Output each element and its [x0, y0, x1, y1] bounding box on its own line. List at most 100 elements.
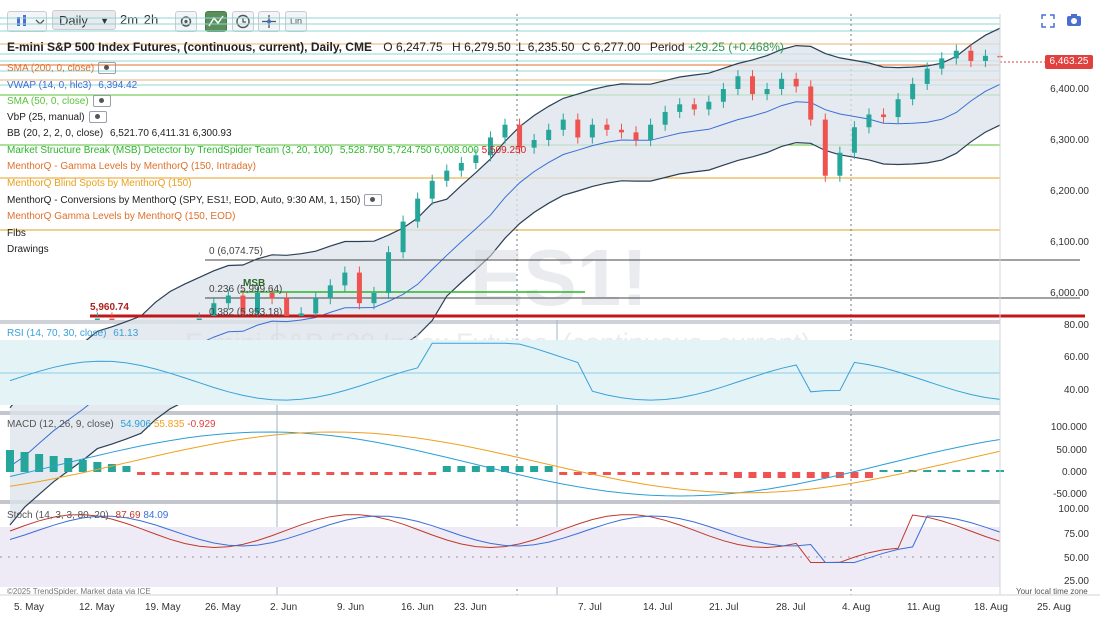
candle-body [895, 99, 901, 118]
date-tick: 23. Jun [454, 602, 487, 613]
legend-gamma-intraday-label: MenthorQ - Gamma Levels by MenthorQ (150… [7, 161, 256, 172]
date-tick: 21. Jul [709, 602, 739, 613]
legend-fibs[interactable]: Fibs [7, 227, 26, 240]
legend-vwap-label: VWAP (14, 0, hlc3) [7, 80, 92, 91]
date-tick: 16. Jun [401, 602, 434, 613]
macd-histogram-bar [617, 472, 626, 475]
candle-body [720, 89, 726, 102]
macd-histogram-bar [471, 466, 480, 472]
candle-body [604, 124, 610, 130]
candle-body [225, 295, 231, 304]
legend-vbp[interactable]: VbP (25, manual) [7, 111, 107, 124]
price-axis-tick: 6,300.00 [1050, 135, 1089, 146]
last-price-tag: 6,463.25 [1045, 55, 1093, 69]
legend-drawings-label: Drawings [7, 244, 49, 255]
candle-body [400, 221, 406, 253]
legend-bb-value: 6,521.70 6,411.31 6,300.93 [109, 128, 232, 139]
eye-icon[interactable] [88, 111, 107, 124]
candle-body [109, 318, 115, 320]
candle-body [633, 132, 639, 140]
legend-gamma-eod-label: MenthorQ Gamma Levels by MenthorQ (150, … [7, 211, 236, 222]
date-tick: 12. May [79, 602, 115, 613]
eye-icon[interactable] [364, 194, 383, 207]
macd-histogram-bar [282, 472, 291, 475]
macd-histogram-bar [399, 472, 408, 475]
stoch-axis-tick: 100.00 [1058, 504, 1089, 515]
eye-icon[interactable] [92, 95, 111, 108]
legend-drawings[interactable]: Drawings [7, 243, 49, 256]
rsi-axis-tick: 80.00 [1063, 320, 1089, 331]
macd-histogram-bar [981, 470, 990, 472]
legend-conversions[interactable]: MenthorQ - Conversions by MenthorQ (SPY,… [7, 194, 383, 207]
macd-histogram-bar [733, 472, 742, 478]
macd-histogram-bar [238, 472, 247, 475]
candle-body [837, 152, 843, 176]
eye-icon[interactable] [98, 62, 117, 75]
macd-histogram-bar [311, 472, 320, 475]
low-label: L [518, 40, 525, 54]
macd-histogram-bar [646, 472, 655, 475]
stoch-axis-tick: 50.00 [1063, 553, 1089, 564]
macd-histogram-bar [792, 472, 801, 478]
macd-histogram-bar [195, 472, 204, 475]
macd-histogram-bar [209, 472, 218, 475]
macd-histogram-bar [326, 472, 335, 475]
macd-histogram-bar [632, 472, 641, 475]
close-label: C [581, 40, 591, 54]
legend-sma50-label: SMA (50, 0, close) [7, 96, 89, 107]
legend-gamma-eod[interactable]: MenthorQ Gamma Levels by MenthorQ (150, … [7, 210, 235, 223]
macd-histogram-bar [224, 472, 233, 475]
legend-msb-value: 5,528.750 5,724.750 6,008.000 [339, 145, 479, 156]
macd-axis-tick: 50.000 [1056, 445, 1087, 456]
legend-blind-spots[interactable]: MenthorQ Blind Spots by MenthorQ (150) [7, 177, 192, 190]
candle-body [284, 298, 290, 316]
candle-body [648, 124, 654, 140]
low-value: 6,235.50 [527, 40, 575, 54]
macd-histogram-bar [704, 472, 713, 475]
date-tick: 9. Jun [337, 602, 365, 613]
stoch-legend[interactable]: Stoch (14, 3, 3, 80, 20) 87.69 84.09 [7, 509, 168, 522]
stoch-k-value: 87.69 [115, 510, 141, 521]
candle-body [575, 119, 581, 138]
date-tick: 5. May [14, 602, 45, 613]
macd-histogram-bar [428, 472, 437, 475]
stoch-label: Stoch (14, 3, 3, 80, 20) [7, 510, 109, 521]
macd-histogram-bar [268, 472, 277, 475]
macd-histogram-bar [719, 472, 728, 475]
candle-body [793, 78, 799, 87]
candle-body [444, 170, 450, 181]
macd-histogram-bar [20, 452, 29, 472]
chart-canvas[interactable]: ES1! E-mini S&P 500 Index Futures, (conti… [0, 0, 1100, 621]
legend-sma200-label: SMA (200, 0, close) [7, 63, 95, 74]
legend-gamma-intraday[interactable]: MenthorQ - Gamma Levels by MenthorQ (150… [7, 160, 256, 173]
candle-body [924, 68, 930, 84]
macd-signal-line [9, 431, 1001, 494]
legend-msb[interactable]: Market Structure Break (MSB) Detector by… [7, 144, 526, 157]
macd-histogram-bar [690, 472, 699, 475]
candle-body [196, 318, 202, 320]
macd-histogram-bar [253, 472, 262, 475]
legend-sma50[interactable]: SMA (50, 0, close) [7, 95, 111, 108]
candle-body [415, 198, 421, 222]
macd-histogram-bar [879, 470, 888, 472]
rsi-axis-tick: 60.00 [1063, 352, 1089, 363]
legend-sma200[interactable]: SMA (200, 0, close) [7, 62, 117, 75]
rsi-legend[interactable]: RSI (14, 70, 30, close) 61.13 [7, 327, 138, 340]
candle-body [94, 318, 100, 320]
watermark-text: ES1! [470, 233, 648, 322]
macd-histogram-bar [937, 470, 946, 472]
candle-body [313, 298, 319, 314]
macd-legend[interactable]: MACD (12, 26, 9, close) 54.906 55.835 -0… [7, 418, 216, 431]
candle-body [356, 272, 362, 304]
candle-body [953, 50, 959, 59]
macd-histogram-bar [777, 472, 786, 478]
level-label: 5,960.74 [90, 302, 129, 313]
price-axis-tick: 6,400.00 [1050, 84, 1089, 95]
macd-histogram-bar [515, 466, 524, 472]
legend-bb[interactable]: BB (20, 2, 2, 0, close) 6,521.70 6,411.3… [7, 127, 232, 140]
date-tick: 28. Jul [776, 602, 806, 613]
candle-body [881, 114, 887, 118]
rsi-value: 61.13 [113, 328, 139, 339]
legend-vwap[interactable]: VWAP (14, 0, hlc3) 6,394.42 [7, 79, 137, 92]
timezone-text[interactable]: Your local time zone [1016, 585, 1088, 598]
